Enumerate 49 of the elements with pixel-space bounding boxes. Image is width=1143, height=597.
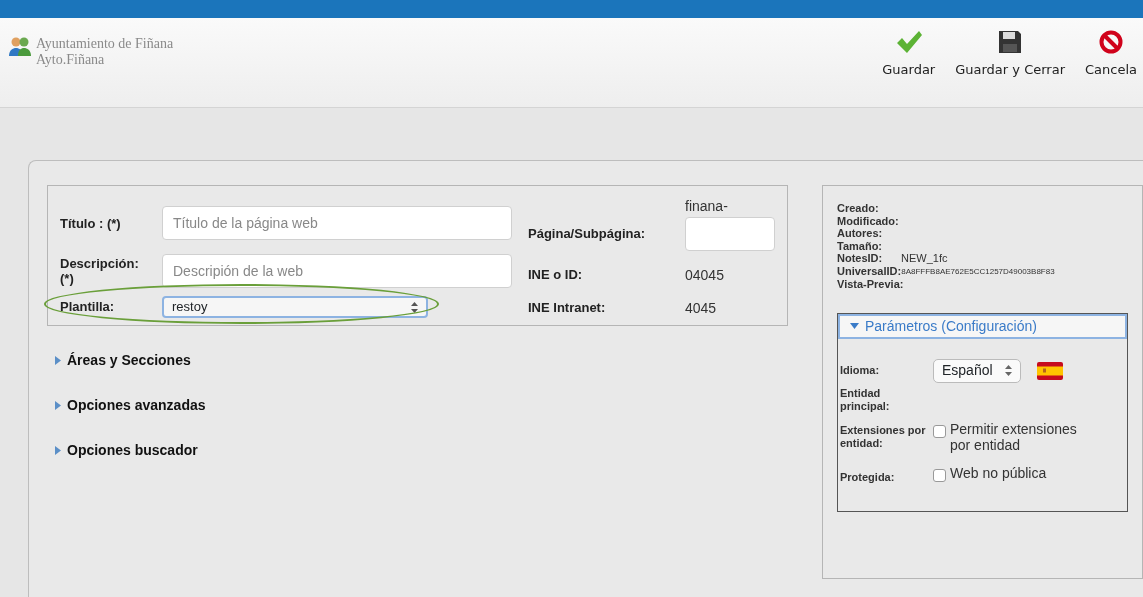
field-label: Extensiones por entidad: [840,422,927,450]
info-label: Creado: [837,202,880,215]
info-label: UniversalID: [837,264,902,278]
save-button[interactable]: Guardar [876,30,942,107]
field-label: INE o ID: [528,266,584,284]
field-value: 04045 [685,266,724,285]
template-select[interactable]: restoy [162,296,428,318]
save-close-button[interactable]: Guardar y Cerrar [949,30,1071,107]
language-select[interactable]: Español [933,358,1021,383]
field-value: 4045 [685,299,717,318]
field-label: Protegida: [840,469,896,484]
updown-arrows-icon [411,301,418,313]
caret-right-icon [55,356,61,365]
checkbox[interactable] [933,424,946,438]
checkbox-option[interactable]: Web no pública [933,464,1047,482]
info-value: NEW_1fc [901,252,948,265]
field-label: Título : (*) [60,215,122,231]
field-label: Idioma: [840,364,881,377]
organization-name: Ayuntamiento de Fiñana [36,36,174,52]
info-label: Vista-Previa: [837,278,901,291]
parameters-header[interactable]: Parámetros (Configuración) [838,313,1127,339]
checkbox[interactable] [933,468,946,482]
section-toggle[interactable]: Opciones avanzadas [55,395,788,416]
cancel-button[interactable]: Cancela [1079,30,1143,107]
field-label: Entidad principal: [840,386,891,413]
info-label: Modificado: [837,214,900,227]
info-label: Autores: [837,227,884,240]
page-prefix: finana- [685,197,729,216]
info-label: NotesID: [837,252,884,265]
section-toggle[interactable]: Opciones buscador [55,440,788,461]
flag-icon [1037,361,1063,380]
section-toggle[interactable]: Áreas y Secciones [55,350,788,371]
info-value: 8A8FFFB8AE762E5CC1257D49003B8F83 [901,265,1055,278]
field-label: Descripción: (*) [60,256,140,286]
no-entry-icon [1099,30,1123,54]
caret-down-icon [850,323,859,329]
caret-right-icon [55,401,61,410]
field-label: Página/Subpágina: [528,224,646,243]
page-field[interactable] [685,217,775,251]
title-field[interactable]: Título de la página web [162,206,512,240]
organization-short-name: Ayto.Fiñana [36,52,106,68]
checkbox-option[interactable]: Permitir extensiones por entidad [933,420,1100,453]
caret-right-icon [55,446,61,455]
field-label: Plantilla: [60,298,116,317]
field-label: INE Intranet: [528,299,607,317]
updown-arrows-icon [1005,365,1012,376]
description-field[interactable]: Descripión de la web [162,254,512,288]
users-icon [8,36,32,56]
info-label: Tamaño: [837,239,884,252]
